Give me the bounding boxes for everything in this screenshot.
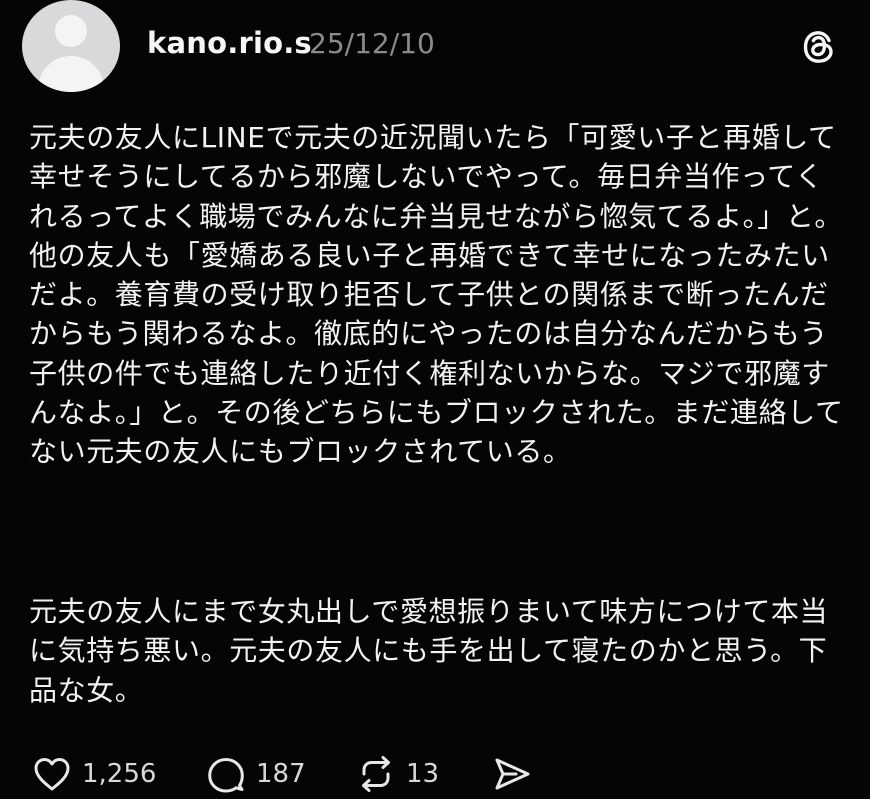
username[interactable]: kano.rio.s xyxy=(147,26,312,60)
reply-button[interactable]: 187 xyxy=(206,752,306,796)
repost-count: 13 xyxy=(406,759,440,789)
reply-count: 187 xyxy=(256,759,306,789)
threads-post: kano.rio.s 25/12/10 元夫の友人にLINEで元夫の近況聞いたら… xyxy=(0,0,870,799)
comment-bubble-icon xyxy=(206,755,246,793)
avatar-head xyxy=(55,15,87,47)
share-button[interactable] xyxy=(492,752,532,796)
like-count: 1,256 xyxy=(82,759,157,789)
send-icon xyxy=(492,755,532,793)
post-date: 25/12/10 xyxy=(309,27,435,60)
post-body-paragraph-2: 元夫の友人にまで女丸出しで愛想振りまいて味方につけて本当に気持ち悪い。元夫の友人… xyxy=(29,595,829,707)
repost-arrows-icon xyxy=(356,755,396,793)
default-avatar-icon[interactable] xyxy=(22,0,120,92)
repost-button[interactable]: 13 xyxy=(356,752,439,796)
threads-logo-icon[interactable] xyxy=(800,25,840,69)
like-button[interactable]: 1,256 xyxy=(32,752,156,796)
heart-icon xyxy=(32,755,72,793)
action-bar: 1,256 187 13 xyxy=(22,752,842,796)
avatar-shoulders xyxy=(38,56,104,92)
post-body-paragraph-1: 元夫の友人にLINEで元夫の近況聞いたら「可愛い子と再婚して幸せそうにしてるから… xyxy=(29,121,844,469)
